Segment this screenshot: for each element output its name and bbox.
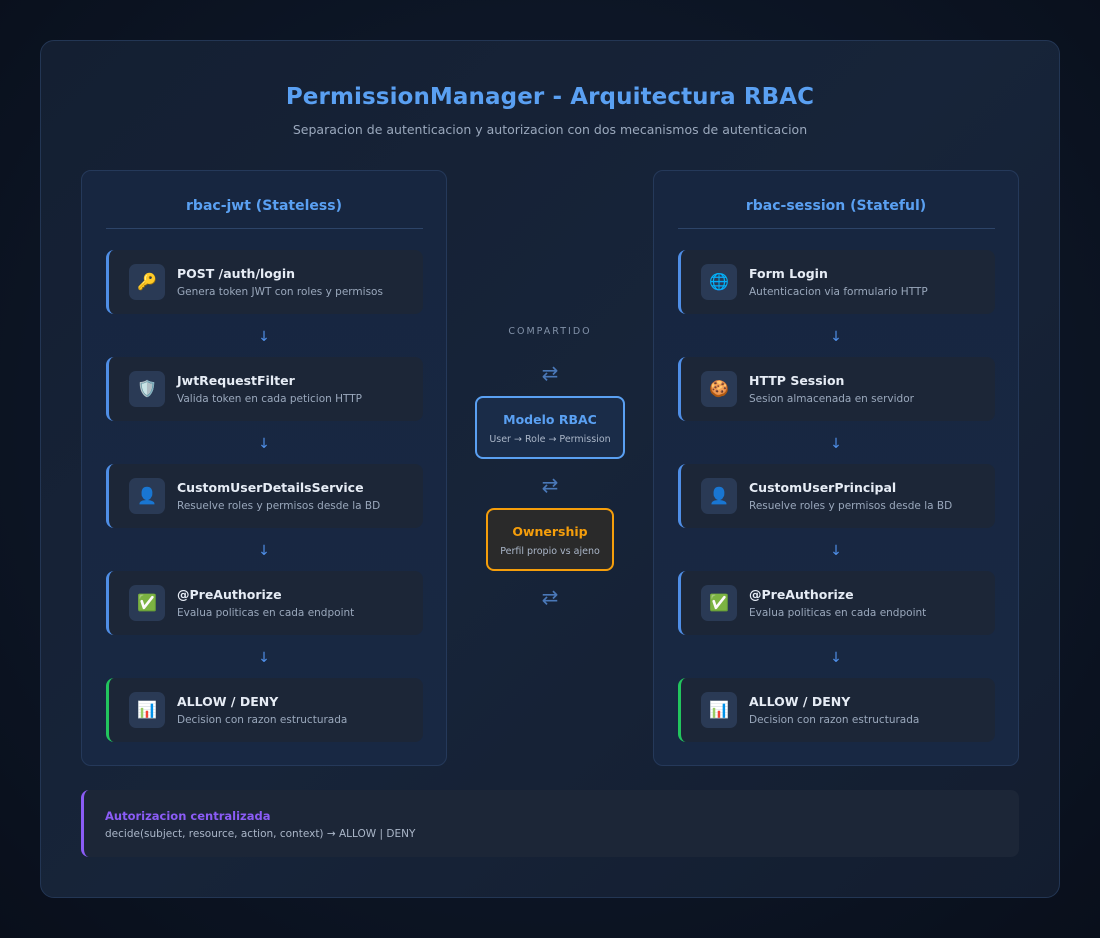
- step-description: Resuelve roles y permisos desde la BD: [177, 500, 381, 512]
- step-title: HTTP Session: [749, 373, 845, 388]
- step-description: Genera token JWT con roles y permisos: [177, 286, 383, 298]
- divider: [678, 228, 995, 229]
- divider: [106, 228, 423, 229]
- step-description: Evalua politicas en cada endpoint: [177, 607, 355, 619]
- step-form-login: 🌐 Form Login Autenticacion via formulari…: [678, 250, 995, 314]
- arrow-down-icon: ↓: [830, 650, 842, 666]
- step-user-details-service: 👤 CustomUserDetailsService Resuelve role…: [106, 464, 423, 528]
- step-description: Decision con razon estructurada: [749, 714, 920, 726]
- page-subtitle: Separacion de autenticacion y autorizaci…: [292, 122, 808, 137]
- chart-icon: 📊: [701, 692, 737, 728]
- ownership-title: Ownership: [512, 524, 588, 539]
- central-authorization-title: Autorizacion centralizada: [105, 809, 271, 823]
- step-description: Sesion almacenada en servidor: [749, 393, 914, 405]
- step-title: ALLOW / DENY: [177, 694, 279, 709]
- arrow-down-icon: ↓: [258, 543, 270, 559]
- arrow-down-icon: ↓: [830, 329, 842, 345]
- step-allow-deny: 📊 ALLOW / DENY Decision con razon estruc…: [106, 678, 423, 742]
- step-description: Valida token en cada peticion HTTP: [177, 393, 363, 405]
- arrow-down-icon: ↓: [830, 543, 842, 559]
- check-icon: ✅: [129, 585, 165, 621]
- arrow-down-icon: ↓: [258, 650, 270, 666]
- step-preauthorize: ✅ @PreAuthorize Evalua politicas en cada…: [678, 571, 995, 635]
- swap-arrows-icon: ⇄: [541, 473, 559, 497]
- step-allow-deny: 📊 ALLOW / DENY Decision con razon estruc…: [678, 678, 995, 742]
- step-title: CustomUserPrincipal: [749, 480, 897, 495]
- step-title: @PreAuthorize: [177, 587, 282, 602]
- step-title: POST /auth/login: [177, 266, 296, 281]
- arrow-down-icon: ↓: [258, 436, 270, 452]
- swap-arrows-icon: ⇄: [541, 361, 559, 385]
- key-icon: 🔑: [129, 264, 165, 300]
- step-title: Form Login: [749, 266, 828, 281]
- check-icon: ✅: [701, 585, 737, 621]
- step-jwt-filter: 🛡️ JwtRequestFilter Valida token en cada…: [106, 357, 423, 421]
- rbac-model-box: Modelo RBAC User → Role → Permission: [475, 396, 625, 459]
- page-title: PermissionManager - Arquitectura RBAC: [285, 84, 815, 110]
- step-description: Evalua politicas en cada endpoint: [749, 607, 927, 619]
- central-authorization-panel: Autorizacion centralizada decide(subject…: [81, 790, 1019, 857]
- shield-icon: 🛡️: [129, 371, 165, 407]
- chart-icon: 📊: [129, 692, 165, 728]
- session-column-title: rbac-session (Stateful): [745, 198, 927, 214]
- session-column: rbac-session (Stateful) 🌐 Form Login Aut…: [653, 170, 1019, 766]
- globe-icon: 🌐: [701, 264, 737, 300]
- shared-label: COMPARTIDO: [508, 326, 592, 337]
- step-user-principal: 👤 CustomUserPrincipal Resuelve roles y p…: [678, 464, 995, 528]
- cookie-icon: 🍪: [701, 371, 737, 407]
- arrow-down-icon: ↓: [830, 436, 842, 452]
- jwt-column: rbac-jwt (Stateless) 🔑 POST /auth/login …: [81, 170, 447, 766]
- step-title: JwtRequestFilter: [177, 373, 295, 388]
- step-auth-login: 🔑 POST /auth/login Genera token JWT con …: [106, 250, 423, 314]
- rbac-model-subtitle: User → Role → Permission: [489, 434, 611, 445]
- swap-arrows-icon: ⇄: [541, 585, 559, 609]
- ownership-box: Ownership Perfil propio vs ajeno: [486, 508, 614, 571]
- step-title: ALLOW / DENY: [749, 694, 851, 709]
- step-description: Decision con razon estructurada: [177, 714, 348, 726]
- step-title: CustomUserDetailsService: [177, 480, 364, 495]
- step-description: Resuelve roles y permisos desde la BD: [749, 500, 953, 512]
- user-icon: 👤: [701, 478, 737, 514]
- jwt-column-title: rbac-jwt (Stateless): [186, 198, 342, 214]
- rbac-model-title: Modelo RBAC: [503, 412, 597, 427]
- central-authorization-signature: decide(subject, resource, action, contex…: [105, 828, 416, 840]
- step-http-session: 🍪 HTTP Session Sesion almacenada en serv…: [678, 357, 995, 421]
- step-description: Autenticacion via formulario HTTP: [749, 286, 928, 298]
- ownership-subtitle: Perfil propio vs ajeno: [500, 546, 600, 557]
- user-icon: 👤: [129, 478, 165, 514]
- step-title: @PreAuthorize: [749, 587, 854, 602]
- step-preauthorize: ✅ @PreAuthorize Evalua politicas en cada…: [106, 571, 423, 635]
- arrow-down-icon: ↓: [258, 329, 270, 345]
